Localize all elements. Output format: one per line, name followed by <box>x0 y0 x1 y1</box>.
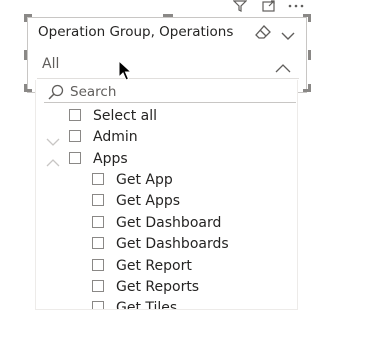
focus-mode-icon[interactable] <box>262 0 276 12</box>
collapse-chevron-icon[interactable] <box>46 153 60 167</box>
search-icon <box>48 84 64 104</box>
slicer-item-label: Select all <box>93 108 157 124</box>
resize-handle[interactable] <box>308 84 311 92</box>
checkbox[interactable] <box>69 152 81 164</box>
resize-handle[interactable] <box>308 14 311 22</box>
expand-chevron-icon[interactable] <box>46 132 60 146</box>
checkbox[interactable] <box>92 194 104 206</box>
checkbox[interactable] <box>92 301 104 309</box>
checkbox[interactable] <box>92 237 104 249</box>
resize-handle[interactable] <box>24 50 27 60</box>
slicer-item-label: Get Apps <box>116 193 181 209</box>
dropdown-selected-value: All <box>42 56 60 72</box>
chevron-down-icon[interactable] <box>281 26 295 45</box>
checkbox[interactable] <box>92 259 104 271</box>
search-placeholder: Search <box>70 84 117 100</box>
mouse-cursor-icon <box>118 59 133 86</box>
slicer-title: Operation Group, Operations <box>38 24 234 40</box>
slicer-item-label: Apps <box>93 151 128 167</box>
checkbox[interactable] <box>92 280 104 292</box>
more-options-icon[interactable] <box>288 0 304 12</box>
checkbox[interactable] <box>69 109 81 121</box>
resize-handle[interactable] <box>308 50 311 60</box>
slicer-item-label: Get Dashboards <box>116 236 229 252</box>
slicer-item-label: Get Reports <box>116 279 200 295</box>
slicer-dropdown[interactable]: All <box>37 49 299 79</box>
filter-icon[interactable] <box>232 0 248 12</box>
eraser-icon[interactable] <box>254 24 272 44</box>
slicer-item-label: Admin <box>93 129 138 145</box>
resize-handle[interactable] <box>163 14 173 17</box>
resize-handle[interactable] <box>24 14 27 22</box>
slicer-item-label: Get App <box>116 172 173 188</box>
slicer-item-label: Get Report <box>116 258 192 274</box>
slicer-item-label: Get Dashboard <box>116 215 222 231</box>
checkbox[interactable] <box>92 173 104 185</box>
resize-handle[interactable] <box>24 84 27 92</box>
slicer-item-label: Get Tiles <box>116 300 178 310</box>
search-box[interactable]: Search <box>44 82 296 103</box>
checkbox[interactable] <box>92 216 104 228</box>
checkbox[interactable] <box>69 130 81 142</box>
slicer-dropdown-panel: Search Select all Admin Apps Get App Get… <box>35 80 298 310</box>
chevron-up-icon[interactable] <box>275 59 291 78</box>
